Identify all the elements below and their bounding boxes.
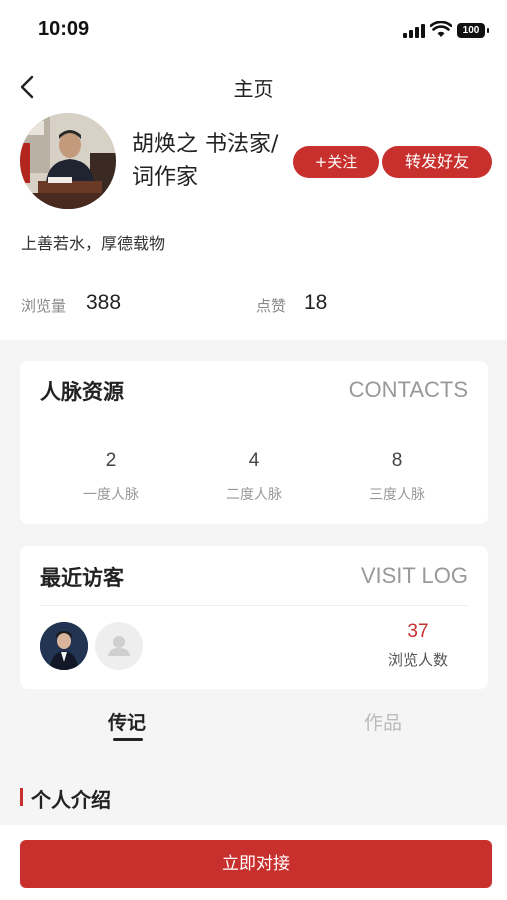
connect-now-button[interactable]: 立即对接: [20, 840, 492, 888]
visitor-avatar-placeholder[interactable]: [95, 622, 143, 670]
likes-value: 18: [304, 291, 328, 314]
battery-icon: 100: [457, 23, 489, 38]
contacts-first-degree-value[interactable]: 2: [33, 450, 189, 472]
visit-log-title: 最近访客: [40, 566, 124, 590]
visitor-count: 37: [407, 621, 429, 642]
wifi-icon: [430, 21, 452, 37]
profile-motto: 上善若水，厚德载物: [21, 234, 166, 253]
visitor-count-label: 浏览人数: [387, 651, 448, 669]
contacts-first-degree-label[interactable]: 一度人脉: [33, 484, 189, 504]
share-to-friends-button[interactable]: 转发好友: [382, 146, 492, 178]
visit-log-card: 最近访客 VISIT LOG 37 浏览人数: [20, 546, 488, 689]
follow-button[interactable]: +关注: [293, 146, 379, 178]
contacts-title-en: CONTACTS: [348, 377, 468, 402]
visit-log-title-en: VISIT LOG: [360, 563, 468, 588]
contacts-title: 人脉资源: [40, 380, 124, 404]
contacts-third-degree-label[interactable]: 三度人脉: [319, 484, 475, 504]
page-title: 主页: [233, 77, 274, 101]
contacts-card: 人脉资源 CONTACTS 2 一度人脉 4 二度人脉 8 三度人脉: [20, 361, 488, 524]
section-accent-bar: [20, 788, 23, 806]
profile-name-line2: 词作家: [132, 165, 199, 190]
status-bar: 10:09 100: [0, 0, 507, 60]
cellular-signal-icon: [403, 24, 427, 38]
views-value: 388: [86, 291, 122, 314]
section-title: 个人介绍: [31, 788, 111, 812]
profile-name-line1: 胡焕之 书法家/: [132, 132, 279, 157]
views-label: 浏览量: [21, 297, 67, 315]
profile-name: 胡焕之 书法家/ 词作家: [132, 128, 302, 194]
tab-works[interactable]: 作品: [364, 708, 402, 735]
visit-log-divider: [40, 605, 468, 606]
contacts-third-degree-value[interactable]: 8: [319, 450, 475, 472]
active-tab-indicator: [113, 738, 143, 741]
contacts-second-degree-value[interactable]: 4: [176, 450, 332, 472]
avatar[interactable]: [20, 113, 116, 209]
visitor-avatar[interactable]: [40, 622, 88, 670]
tab-biography[interactable]: 传记: [108, 708, 146, 735]
user-placeholder-icon: [108, 636, 130, 656]
likes-label: 点赞: [256, 297, 287, 315]
contacts-second-degree-label[interactable]: 二度人脉: [176, 484, 332, 504]
status-time: 10:09: [38, 18, 90, 40]
